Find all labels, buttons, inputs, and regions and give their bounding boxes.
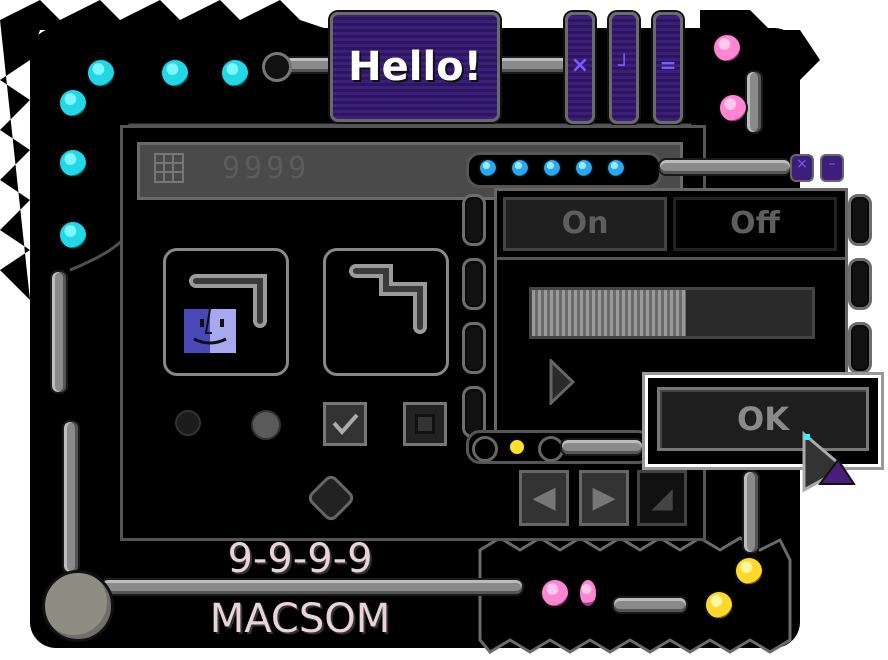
tab-off[interactable]: Off	[673, 197, 837, 251]
next-button[interactable]: ▶	[579, 470, 629, 526]
zoom-icon: =	[659, 53, 677, 77]
chain-link	[848, 258, 872, 310]
pipe	[494, 56, 576, 74]
checkbox-checked[interactable]	[323, 402, 367, 446]
resize-icon: ◢	[651, 481, 673, 514]
chain-link	[462, 322, 486, 374]
rail-joint	[472, 436, 498, 462]
play-icon[interactable]	[549, 357, 576, 409]
chain-link	[462, 258, 486, 310]
pipe	[50, 270, 68, 394]
progress-fill	[532, 290, 686, 336]
pipe-joint	[262, 52, 292, 82]
blue-led	[510, 158, 530, 178]
cyan-led	[58, 88, 88, 118]
counter-display: 9999	[222, 151, 311, 186]
cyan-led	[160, 58, 190, 88]
grid-icon	[154, 153, 184, 183]
cyan-led	[220, 58, 250, 88]
chain-link	[848, 322, 872, 374]
pink-led	[712, 33, 742, 63]
yellow-led	[508, 438, 526, 456]
close-icon: ×	[570, 53, 590, 78]
blue-led	[478, 158, 498, 178]
close-button[interactable]: ×	[565, 12, 595, 124]
prev-button[interactable]: ◀	[519, 470, 569, 526]
pink-led	[540, 578, 570, 608]
footer-brand: MACSOM	[209, 596, 391, 642]
tab-on[interactable]: On	[503, 197, 667, 251]
prev-arrow-icon: ◀	[532, 480, 556, 515]
hello-badge[interactable]: Hello!	[330, 12, 500, 122]
pink-led	[578, 578, 598, 608]
footer-numbers: 9-9-9-9	[227, 536, 373, 582]
chain-link	[462, 194, 486, 246]
cyan-led	[58, 220, 88, 250]
mini-close-button[interactable]: ×	[790, 154, 814, 182]
pipe	[745, 70, 763, 134]
progress-bar	[529, 287, 815, 339]
empty-icon-box[interactable]	[323, 248, 449, 376]
checkmark-icon	[332, 413, 359, 436]
pipe	[62, 420, 80, 574]
pipe	[560, 438, 644, 456]
resize-button[interactable]: ◢	[637, 470, 687, 526]
pipe	[612, 596, 688, 614]
yellow-led	[704, 590, 734, 620]
chain-link	[848, 194, 872, 246]
blue-led	[574, 158, 594, 178]
minimize-icon: ┘	[617, 53, 631, 77]
cursor-arrow-icon	[800, 430, 860, 504]
checkbox-unchecked[interactable]	[403, 402, 447, 446]
pipe	[658, 158, 792, 176]
finder-icon-box[interactable]	[163, 248, 289, 376]
radio-button-off[interactable]	[175, 410, 201, 436]
radio-button-on[interactable]	[251, 410, 281, 440]
minimize-button[interactable]: ┘	[609, 12, 639, 124]
mini-minimize-button[interactable]: –	[820, 154, 844, 182]
next-arrow-icon: ▶	[592, 480, 616, 515]
pipe	[742, 470, 760, 554]
blue-led	[542, 158, 562, 178]
blue-led	[606, 158, 626, 178]
cyan-led	[86, 58, 116, 88]
corner-knob	[42, 570, 114, 642]
pink-led	[718, 93, 748, 123]
hello-label: Hello!	[348, 44, 482, 90]
cyan-led	[58, 148, 88, 178]
zoom-button[interactable]: =	[653, 12, 683, 124]
diamond-knob[interactable]	[305, 472, 357, 524]
yellow-led	[734, 556, 764, 586]
finder-face-icon	[184, 308, 236, 353]
